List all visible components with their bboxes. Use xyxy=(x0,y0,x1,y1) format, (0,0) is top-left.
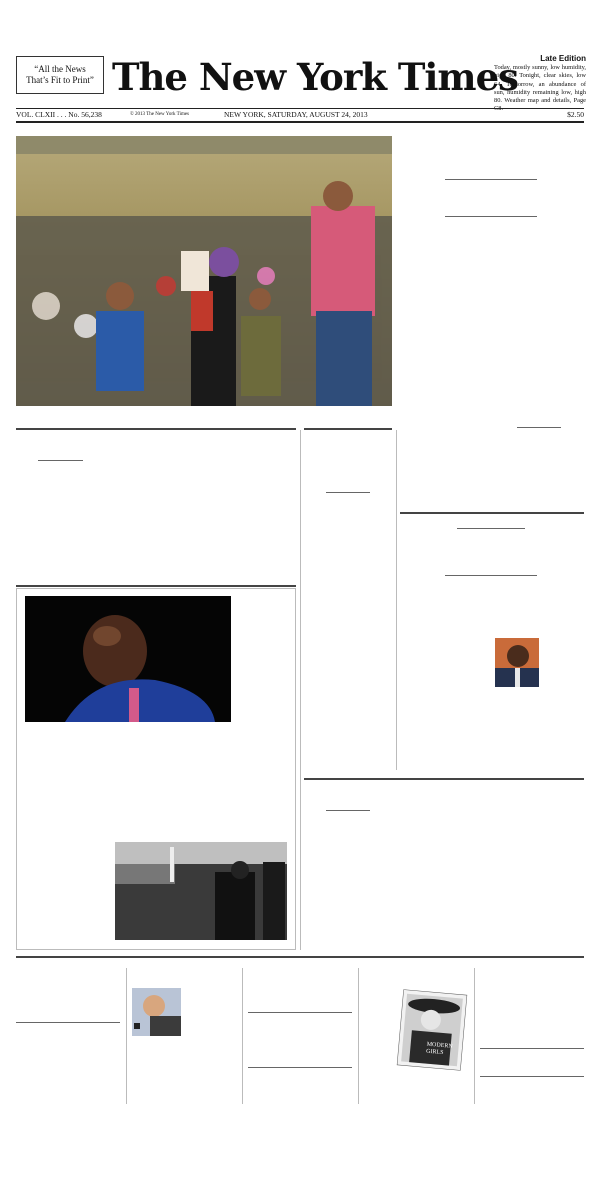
volume-number: VOL. CLXII . . . No. 56,238 xyxy=(16,110,102,119)
text-rule xyxy=(326,492,370,493)
column-divider xyxy=(474,968,475,1104)
text-rule xyxy=(457,528,525,529)
column-divider xyxy=(358,968,359,1104)
masthead-rule-top xyxy=(16,108,584,109)
section-rule xyxy=(304,428,392,430)
text-rule xyxy=(445,575,537,576)
text-rule xyxy=(480,1048,584,1049)
magazine-cover-title: MODERN GIRLS xyxy=(426,1042,453,1058)
column-divider xyxy=(126,968,127,1104)
text-rule xyxy=(517,427,561,428)
ear-left-box: “All the News That’s Fit to Print” xyxy=(16,56,104,94)
section-rule xyxy=(16,956,584,958)
copyright: © 2013 The New York Times xyxy=(130,112,189,117)
text-rule xyxy=(248,1012,352,1013)
section-rule xyxy=(400,512,584,514)
section-rule xyxy=(304,778,584,780)
portrait-photo-speaker[interactable] xyxy=(132,988,181,1036)
text-rule xyxy=(16,1022,120,1023)
nameplate[interactable]: The New York Times xyxy=(112,47,519,107)
column-divider xyxy=(300,430,301,950)
text-rule xyxy=(480,1076,584,1077)
lead-photo-refugees[interactable] xyxy=(16,136,392,406)
dateline: VOL. CLXII . . . No. 56,238 © 2013 The N… xyxy=(16,110,584,120)
portrait-photo-singer[interactable] xyxy=(25,596,231,722)
weather-text: Today, mostly sunny, low humidity, high … xyxy=(494,64,586,112)
text-rule xyxy=(445,179,537,180)
ear-left-line1: “All the News xyxy=(34,64,86,74)
weather-ear: Late Edition Today, mostly sunny, low hu… xyxy=(494,54,586,114)
place-date: NEW YORK, SATURDAY, AUGUST 24, 2013 xyxy=(224,110,368,119)
march-on-washington-photo[interactable] xyxy=(115,842,287,940)
portrait-photo-official[interactable] xyxy=(495,638,539,687)
column-divider xyxy=(242,968,243,1104)
masthead-rule-bottom xyxy=(16,121,584,123)
price: $2.50 xyxy=(567,110,584,119)
section-rule xyxy=(16,585,296,587)
text-rule xyxy=(248,1067,352,1068)
text-rule xyxy=(326,810,370,811)
column-divider xyxy=(396,430,397,770)
magazine-cover-photo[interactable]: MODERN GIRLS xyxy=(396,989,468,1071)
text-rule xyxy=(445,216,537,217)
section-rule xyxy=(16,428,296,430)
ear-left-line2: That’s Fit to Print” xyxy=(26,75,94,85)
edition-label: Late Edition xyxy=(540,54,586,63)
text-rule xyxy=(38,460,83,461)
